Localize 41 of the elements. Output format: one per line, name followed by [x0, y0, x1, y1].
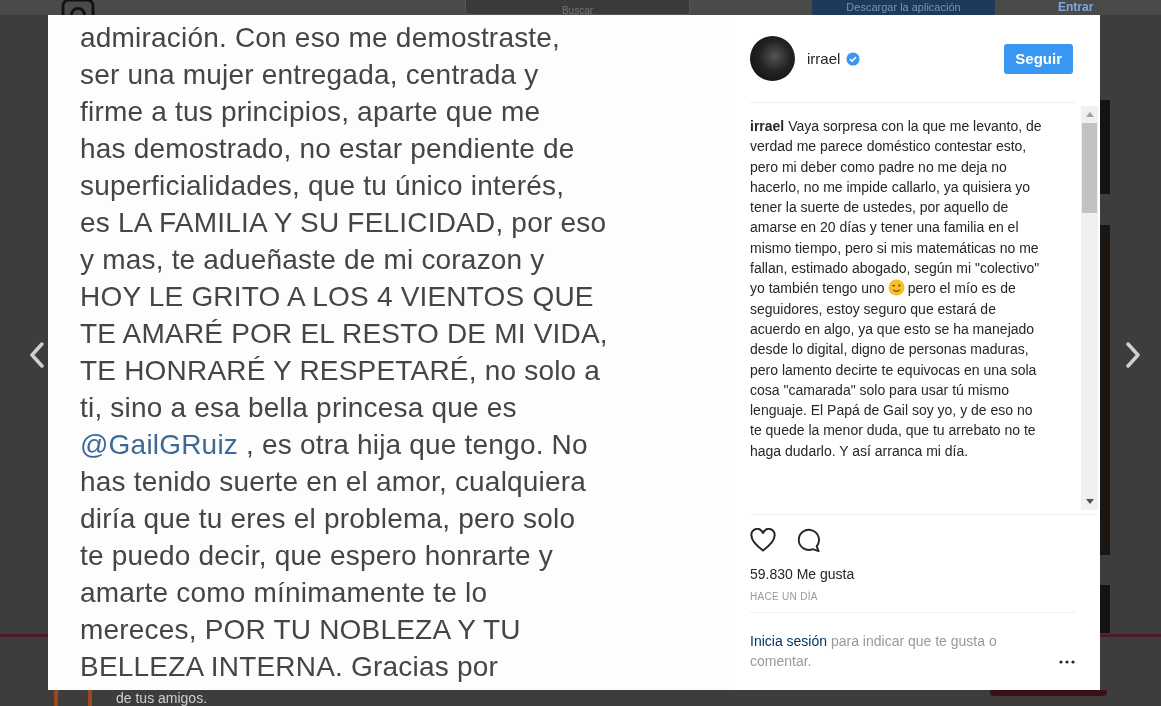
- image-text-line: BELLEZA INTERNA. Gracias por: [80, 650, 498, 684]
- more-options-icon[interactable]: [1059, 660, 1075, 664]
- thumbnail[interactable]: [1100, 225, 1110, 555]
- image-text-line: amarte como mínimamente te lo: [80, 576, 488, 610]
- image-text-line: has tenido suerte en el amor, cualquiera: [80, 465, 587, 499]
- image-text-line: superficialidades, que tu único interés,: [80, 169, 565, 203]
- image-text-line: has demostrado, no estar pendiente de: [80, 132, 575, 166]
- wink-emoji-icon: [887, 279, 905, 297]
- image-text-line: admiración. Con eso me demostraste,: [80, 21, 561, 55]
- scrollbar-thumb[interactable]: [1082, 123, 1097, 213]
- image-text-line: es LA FAMILIA Y SU FELICIDAD, por eso: [80, 206, 607, 240]
- login-link[interactable]: Entrar: [1058, 0, 1094, 15]
- image-text-line: TE HONRARÉ Y RESPETARÉ, no solo a: [80, 354, 601, 388]
- download-app-button[interactable]: Descargar la aplicación: [812, 0, 995, 15]
- banner-text: de tus amigos.: [116, 690, 208, 706]
- login-link[interactable]: Inicia sesión: [750, 633, 828, 649]
- image-text-line: firme a tus principios, aparte que me: [80, 95, 541, 129]
- scroll-down-arrow-icon[interactable]: [1085, 499, 1094, 504]
- caption-text: irrael Vaya sorpresa con la que me levanto, de verdad me parece doméstico contestar esto, pero mi deber como padre no me deja no hacerlo, no me impide callarlo, ya quisiera yo tener la suerte de ustedes, por aquello de amarse en 20 días y tener una familia en el mismo tiempo, pero si mis matemáticas no me fallan, estimado abogado, según mi "colectivo" yo también tengo uno pero el mío es de seguidores, estoy seguro que estará de acuerdo en algo, ya que esto se ha manejado desde lo digital, digno de personas maduras, pero lamento decirte te equivocas en una sola cosa "camarada" solo para usar tú mismo lenguaje. El Papá de Gail soy yo, y de eso no te quede la menor duda, que tu arrebato no te haga dudarlo. Y así arranca mi día.: [750, 117, 1043, 461]
- scrollbar[interactable]: [1081, 106, 1098, 510]
- image-text-line: ser una mujer entregada, centrada y: [80, 58, 539, 92]
- image-text-line: te puedo decir, que espero honrarte y: [80, 539, 553, 573]
- image-text-line: @GailGRuiz , es otra hija que tengo. No: [80, 428, 588, 462]
- image-text-line: TE AMARÉ POR EL RESTO DE MI VIDA,: [80, 317, 608, 351]
- image-text-line: ti, sino a esa bella princesa que es: [80, 391, 517, 425]
- post-time: HACE UN DÍA: [750, 590, 1075, 613]
- image-text-line: diría que tu eres el problema, pero solo: [80, 502, 576, 536]
- likes-count[interactable]: 59.830 Me gusta: [750, 565, 1075, 583]
- image-text-line: mereces, POR TU NOBLEZA Y TU: [80, 613, 521, 647]
- heart-icon[interactable]: [750, 528, 776, 553]
- follow-button[interactable]: Seguir: [1004, 43, 1073, 74]
- login-prompt: Inicia sesión para indicar que te gusta o comentar.: [750, 632, 998, 671]
- image-text-line: HOY LE GRITO A LOS 4 VIENTOS QUE: [80, 280, 594, 314]
- scroll-up-arrow-icon[interactable]: [1085, 112, 1094, 117]
- thumbnail[interactable]: [1100, 100, 1110, 194]
- avatar[interactable]: [750, 36, 795, 81]
- username[interactable]: irrael: [807, 50, 841, 67]
- thumbnail[interactable]: [1100, 585, 1110, 633]
- search-field[interactable]: Buscar: [465, 0, 690, 15]
- speech-bubble-icon[interactable]: [796, 528, 822, 553]
- image-text-line: y mas, te adueñaste de mi corazon y: [80, 243, 545, 277]
